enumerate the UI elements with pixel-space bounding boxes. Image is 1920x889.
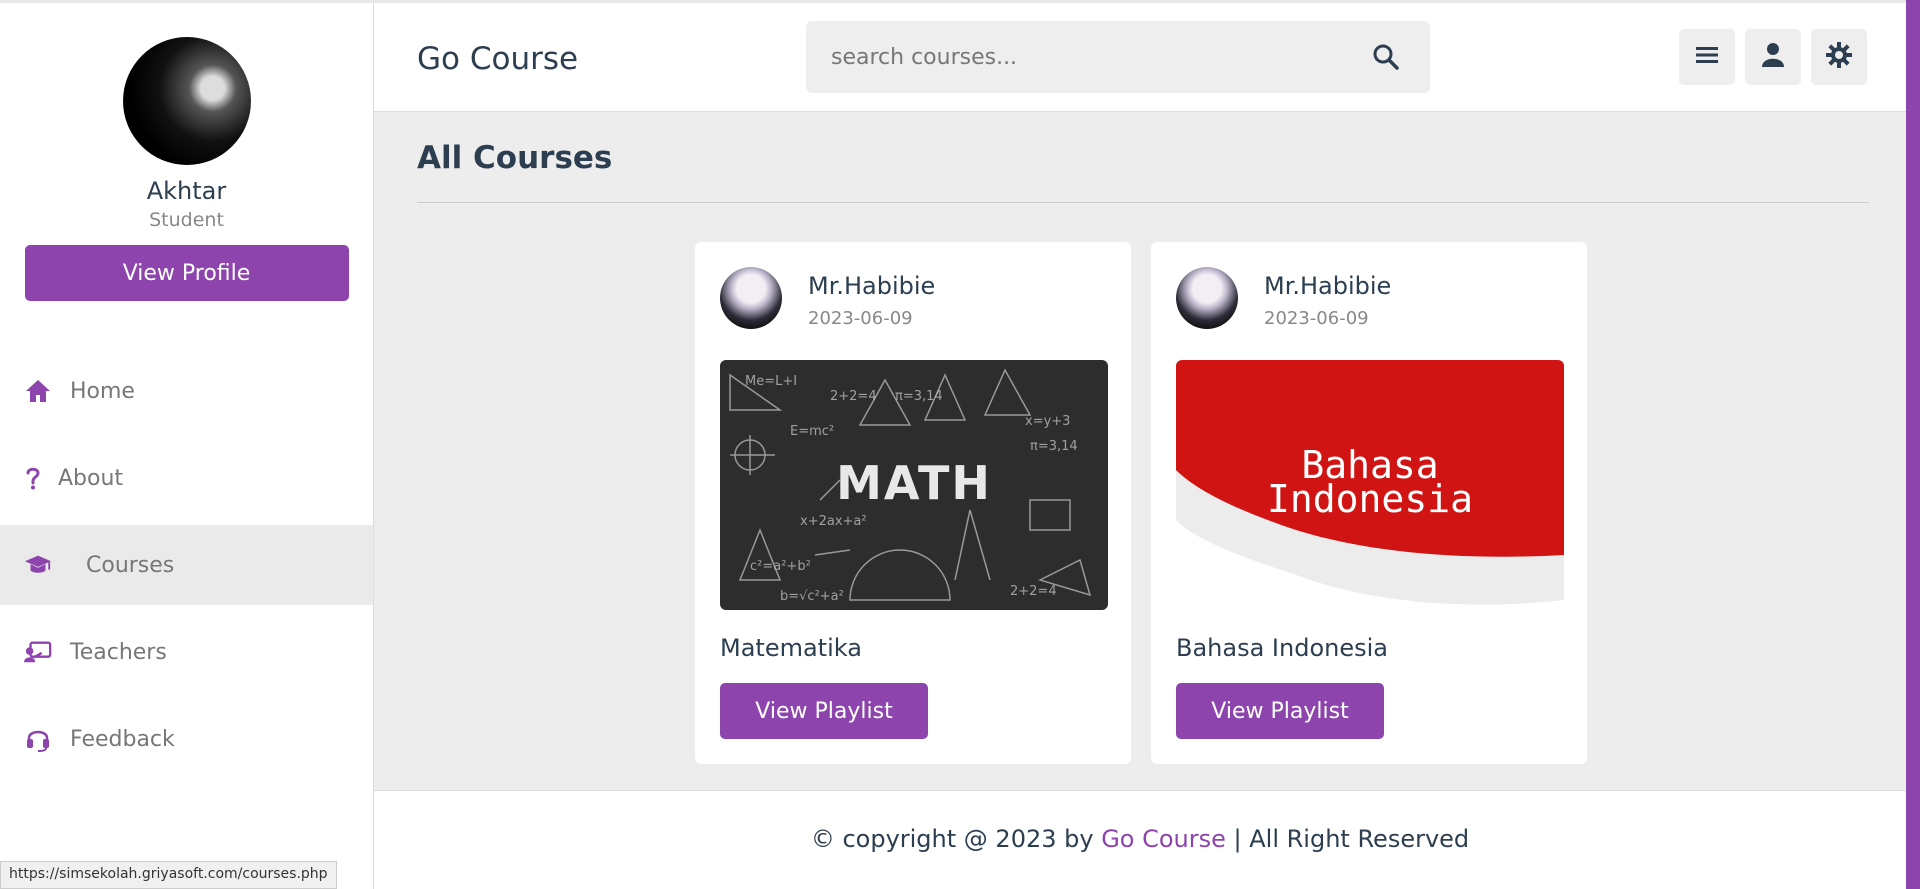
search-icon[interactable] <box>1372 43 1400 71</box>
sidebar-item-about[interactable]: About <box>0 438 373 518</box>
course-thumbnail: Me=L+I 2+2=4 π=3,14 E=mc² π=3,14 x+2ax+a… <box>720 360 1108 610</box>
gear-icon <box>1826 42 1852 72</box>
sidebar: Akhtar Student View Profile Home About C… <box>0 0 374 889</box>
view-profile-button[interactable]: View Profile <box>24 245 349 301</box>
search-input[interactable] <box>806 21 1346 93</box>
view-playlist-button[interactable]: View Playlist <box>720 683 928 739</box>
status-bar-url: https://simsekolah.griyasoft.com/courses… <box>0 861 337 889</box>
divider <box>417 202 1869 203</box>
svg-text:x+2ax+a²: x+2ax+a² <box>800 514 867 529</box>
thumbnail-text: Bahasa Indonesia <box>1176 446 1564 521</box>
svg-text:x=y+3: x=y+3 <box>1025 414 1070 429</box>
svg-text:2+2=4: 2+2=4 <box>830 389 877 404</box>
menu-icon <box>1696 45 1718 69</box>
thumbnail-text-line: Indonesia <box>1267 477 1473 521</box>
footer: © copyright @ 2023 by Go Course | All Ri… <box>374 790 1906 889</box>
svg-text:π=3,14: π=3,14 <box>1030 439 1078 454</box>
footer-brand-link[interactable]: Go Course <box>1101 825 1226 853</box>
tutor-avatar <box>1176 267 1238 329</box>
course-title: Bahasa Indonesia <box>1176 634 1388 662</box>
tutor-name: Mr.Habibie <box>1264 272 1392 300</box>
svg-text:π=3,14: π=3,14 <box>895 389 943 404</box>
sidebar-item-label: Courses <box>86 552 175 578</box>
scrollbar[interactable] <box>1906 0 1920 889</box>
course-title: Matematika <box>720 634 862 662</box>
home-icon <box>24 377 52 405</box>
question-icon <box>24 464 42 492</box>
svg-text:2+2=4: 2+2=4 <box>1010 584 1057 599</box>
svg-text:Me=L+I: Me=L+I <box>745 374 797 389</box>
tutor-avatar <box>720 267 782 329</box>
view-playlist-button[interactable]: View Playlist <box>1176 683 1384 739</box>
sidebar-item-courses[interactable]: Courses <box>0 525 373 605</box>
course-date: 2023-06-09 <box>1264 308 1369 329</box>
course-card: Mr.Habibie 2023-06-09 Me=L+I 2+2=4 π=3,1… <box>695 242 1131 764</box>
svg-text:E=mc²: E=mc² <box>790 424 834 439</box>
sidebar-nav: Home About Courses Teachers Feedback <box>0 351 373 779</box>
theme-toggle-button[interactable] <box>1811 29 1867 85</box>
headset-icon <box>24 725 52 753</box>
sidebar-item-label: About <box>58 465 124 491</box>
tutor-name: Mr.Habibie <box>808 272 936 300</box>
svg-text:b=√c²+a²: b=√c²+a² <box>780 589 844 604</box>
user-icon <box>1761 42 1785 72</box>
profile-section: Akhtar Student View Profile <box>0 3 373 301</box>
course-date: 2023-06-09 <box>808 308 913 329</box>
courses-section: All Courses Mr.Habibie 2023-06-09 Me=L+I… <box>374 112 1906 790</box>
top-header: Go Course <box>374 0 1906 112</box>
avatar <box>122 37 251 165</box>
menu-button[interactable] <box>1679 29 1735 85</box>
graduation-cap-icon <box>24 551 52 579</box>
footer-rights: | All Right Reserved <box>1225 825 1470 853</box>
sidebar-item-feedback[interactable]: Feedback <box>0 699 373 779</box>
svg-text:c²=a²+b²: c²=a²+b² <box>750 559 811 574</box>
sidebar-item-label: Feedback <box>70 726 175 752</box>
thumbnail-text: MATH <box>836 456 992 510</box>
page-title: All Courses <box>417 140 613 176</box>
course-thumbnail: Bahasa Indonesia <box>1176 360 1564 610</box>
logo[interactable]: Go Course <box>417 41 578 77</box>
user-button[interactable] <box>1745 29 1801 85</box>
profile-role: Student <box>149 209 224 231</box>
search-box <box>806 21 1430 93</box>
course-card: Mr.Habibie 2023-06-09 Bahasa Indonesia B… <box>1151 242 1587 764</box>
chalkboard-teacher-icon <box>24 638 52 666</box>
footer-copyright: © copyright @ 2023 by <box>810 825 1102 853</box>
profile-name: Akhtar <box>146 177 227 205</box>
sidebar-item-home[interactable]: Home <box>0 351 373 431</box>
sidebar-item-teachers[interactable]: Teachers <box>0 612 373 692</box>
sidebar-item-label: Home <box>70 378 135 404</box>
sidebar-item-label: Teachers <box>70 639 167 665</box>
